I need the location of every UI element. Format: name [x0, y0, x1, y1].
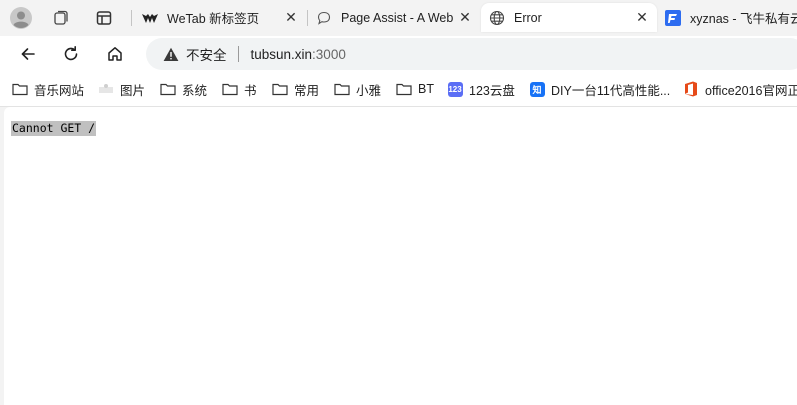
tab-page-assist[interactable]: Page Assist - A Web U ✕ [308, 3, 480, 32]
close-icon[interactable]: ✕ [456, 9, 474, 27]
bookmark-folder-system[interactable]: 系统 [160, 80, 207, 98]
bookmark-label: 图片 [120, 83, 146, 98]
page-content: Cannot GET / [4, 107, 797, 405]
vertical-tabs-icon[interactable] [91, 5, 117, 31]
url-host: tubsun.xin [250, 46, 313, 62]
tab-title: Page Assist - A Web U [341, 10, 456, 25]
fnos-icon [665, 9, 681, 26]
tab-strip: WeTab 新标签页 ✕ Page Assist - A Web U ✕ Err… [0, 0, 797, 36]
bookmark-folder-music[interactable]: 音乐网站 [12, 80, 84, 98]
back-arrow-icon[interactable] [14, 40, 42, 68]
address-bar[interactable]: 不安全 tubsun.xin:3000 [146, 38, 797, 70]
globe-icon [489, 10, 505, 26]
home-icon[interactable] [101, 40, 129, 68]
bookmark-folder-bt[interactable]: BT [396, 80, 434, 98]
close-icon[interactable]: ✕ [282, 9, 300, 27]
wetab-icon [142, 10, 158, 26]
tab-title: xyznas - 飞牛私有云 [690, 12, 797, 26]
folder-icon [160, 81, 176, 97]
bookmark-folder-xiaoya[interactable]: 小雅 [334, 80, 381, 98]
address-divider [237, 46, 239, 62]
refresh-icon[interactable] [57, 40, 85, 68]
workspaces-icon[interactable] [48, 5, 74, 31]
folder-icon [222, 81, 238, 97]
bookmark-label: 音乐网站 [34, 83, 85, 98]
tab-error[interactable]: Error ✕ [481, 3, 657, 32]
bookmark-label: 小雅 [356, 83, 382, 98]
folder-icon [396, 81, 412, 97]
bookmark-label: 书 [244, 83, 257, 98]
close-icon[interactable]: ✕ [633, 9, 651, 27]
url-text[interactable]: tubsun.xin:3000 [251, 47, 346, 62]
folder-icon [272, 81, 288, 97]
error-message: Cannot GET / [11, 121, 97, 136]
bookmark-label: 系统 [182, 83, 208, 98]
navigation-toolbar: 不安全 tubsun.xin:3000 [0, 36, 797, 72]
page-icon [98, 81, 114, 97]
bookmark-folder-common[interactable]: 常用 [272, 80, 319, 98]
bookmark-folder-books[interactable]: 书 [222, 80, 257, 98]
bookmark-label: 常用 [294, 83, 320, 98]
folder-icon [12, 81, 28, 97]
bookmark-123pan[interactable]: 123 123云盘 [447, 80, 515, 98]
bookmark-label: BT [418, 82, 434, 96]
tab-xyznas[interactable]: xyznas - 飞牛私有云 [657, 3, 797, 32]
profile-avatar-icon[interactable] [8, 5, 34, 31]
bookmark-label: 123云盘 [469, 83, 515, 98]
tab-separator [131, 10, 132, 26]
bookmark-label: DIY一台11代高性能... [551, 83, 671, 98]
bookmark-office2016[interactable]: office2016官网正 [683, 80, 797, 98]
tab-title: Error [514, 10, 542, 25]
zhihu-icon: 知 [529, 81, 545, 97]
cloud-123-icon: 123 [447, 81, 463, 97]
tab-wetab[interactable]: WeTab 新标签页 ✕ [134, 3, 306, 32]
bookmark-zhihu-diy[interactable]: 知 DIY一台11代高性能... [529, 80, 670, 98]
folder-icon [334, 81, 350, 97]
security-status-label[interactable]: 不安全 [186, 44, 227, 64]
bookmark-label: office2016官网正 [705, 83, 797, 98]
tab-title: WeTab 新标签页 [167, 12, 260, 26]
url-port: :3000 [312, 46, 346, 62]
warning-icon[interactable] [163, 46, 179, 62]
chat-bubble-icon [316, 10, 332, 26]
bookmark-pictures[interactable]: 图片 [98, 80, 145, 98]
bookmarks-bar: 音乐网站 图片 系统 书 常用 小雅 BT 123 123云盘 知 DIY一台1… [0, 72, 797, 107]
office-icon [683, 81, 699, 97]
